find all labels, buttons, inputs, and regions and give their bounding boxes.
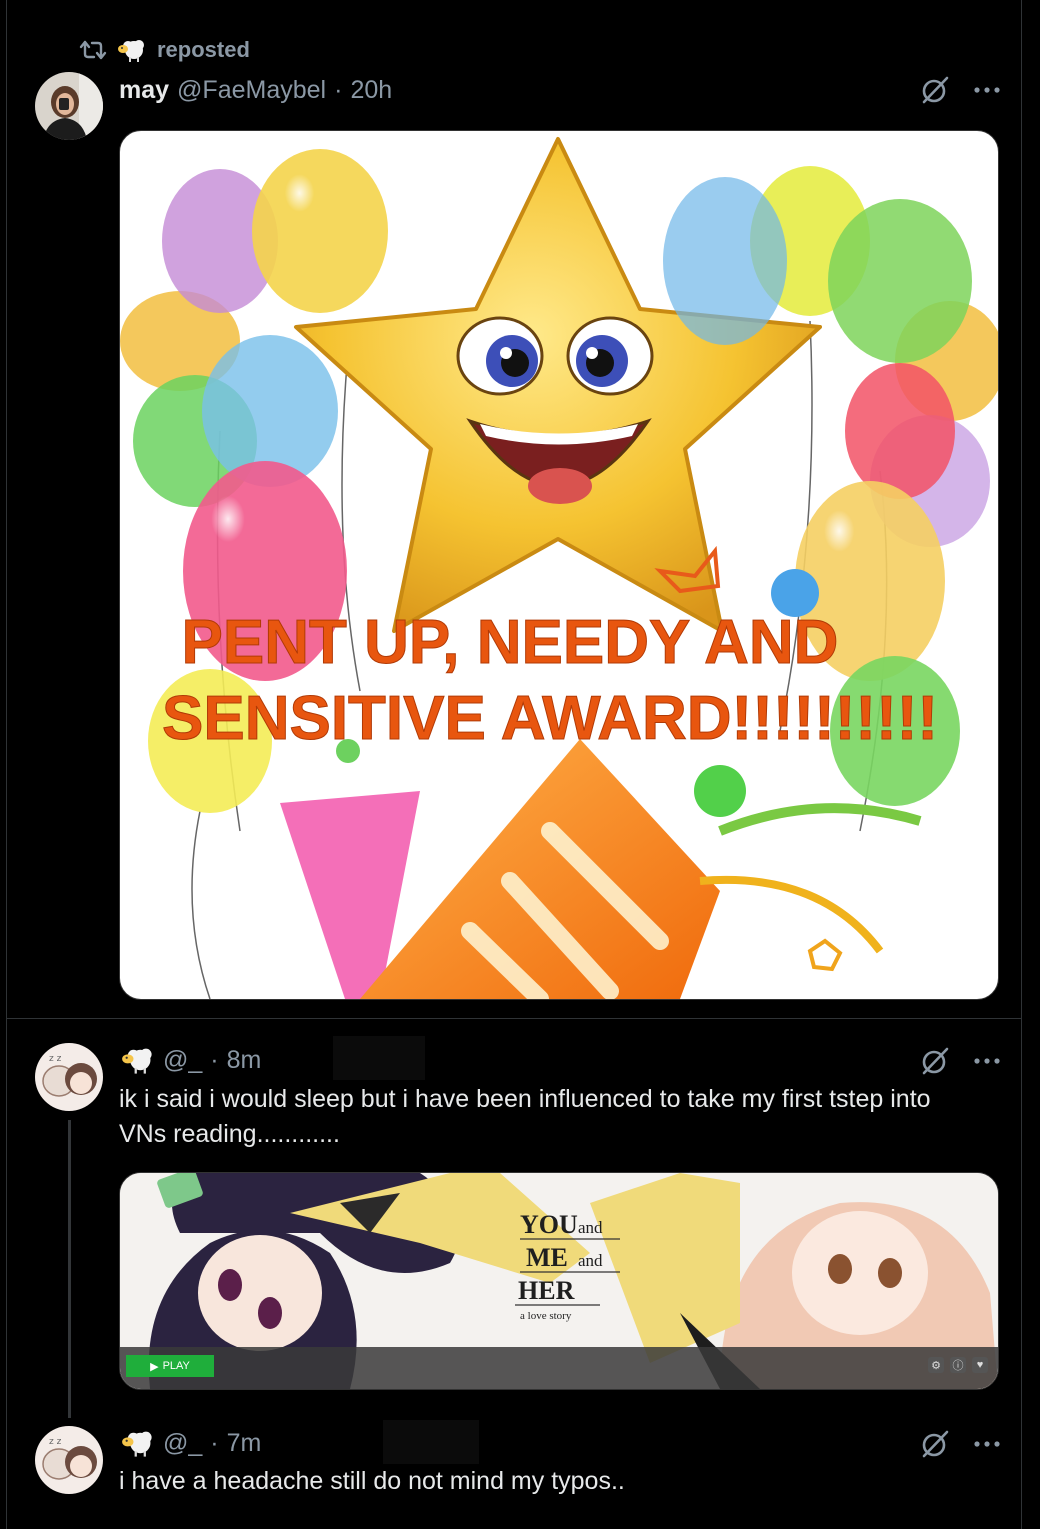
timestamp[interactable]: 8m bbox=[227, 1046, 262, 1075]
feed: reposted may @FaeMaybel · 20h PENT UP, N… bbox=[6, 0, 1022, 1529]
author-handle[interactable]: @_ bbox=[163, 1046, 202, 1075]
avatar[interactable]: z z bbox=[35, 1043, 103, 1111]
post-header: may @FaeMaybel · 20h bbox=[119, 72, 392, 108]
post-media-game[interactable]: YOU and ME and HER a love story ▶ PLAY ⚙… bbox=[119, 1172, 999, 1390]
separator-dot: · bbox=[334, 75, 343, 104]
author-handle[interactable]: @FaeMaybel bbox=[177, 76, 326, 105]
grok-icon[interactable] bbox=[919, 1428, 951, 1460]
avatar[interactable]: z z bbox=[35, 1426, 103, 1494]
sheep-icon bbox=[118, 40, 144, 62]
award-illustration: PENT UP, NEEDY AND SENSITIVE AWARD!!!!!!… bbox=[120, 137, 998, 999]
caption-line-2: SENSITIVE AWARD!!!!!!!!!! bbox=[162, 684, 938, 753]
redaction-box bbox=[333, 1036, 425, 1080]
caption-line-1: PENT UP, NEEDY AND bbox=[182, 608, 839, 677]
settings-icon[interactable]: ⚙ bbox=[928, 1357, 944, 1373]
grok-icon[interactable] bbox=[919, 74, 951, 106]
vn-title-and-2: and bbox=[578, 1251, 603, 1270]
heart-icon[interactable]: ♥ bbox=[972, 1357, 988, 1373]
post-actions bbox=[919, 74, 1001, 106]
post-header: @_ · 7m bbox=[121, 1426, 261, 1460]
post-divider bbox=[7, 1018, 1021, 1019]
repost-indicator[interactable]: reposted bbox=[79, 34, 250, 66]
svg-text:z z: z z bbox=[49, 1054, 62, 1064]
repost-icon bbox=[79, 40, 107, 60]
thread-connector bbox=[68, 1120, 71, 1418]
post-text: i have a headache still do not mind my t… bbox=[119, 1467, 625, 1495]
play-icon: ▶ bbox=[150, 1360, 159, 1373]
author-handle[interactable]: @_ bbox=[163, 1429, 202, 1458]
game-banner-art: YOU and ME and HER a love story bbox=[120, 1173, 998, 1389]
repost-label: reposted bbox=[157, 37, 250, 62]
svg-text:z z: z z bbox=[49, 1437, 62, 1447]
sheep-icon bbox=[122, 1048, 152, 1074]
more-icon[interactable] bbox=[973, 1439, 1001, 1449]
redaction-box bbox=[383, 1420, 479, 1464]
post-header: @_ · 8m bbox=[121, 1043, 261, 1077]
timestamp[interactable]: 7m bbox=[227, 1429, 262, 1458]
post-actions bbox=[919, 1045, 1001, 1077]
separator-dot: · bbox=[210, 1428, 219, 1457]
avatar[interactable] bbox=[35, 72, 103, 140]
vn-title-and-1: and bbox=[578, 1218, 603, 1237]
grok-icon[interactable] bbox=[919, 1045, 951, 1077]
vn-title-you: YOU bbox=[520, 1210, 578, 1239]
post-text: ik i said i would sleep but i have been … bbox=[119, 1085, 931, 1148]
vn-title-her: HER bbox=[518, 1276, 575, 1305]
post-actions bbox=[919, 1428, 1001, 1460]
separator-dot: · bbox=[210, 1045, 219, 1074]
banner-controls: ⚙ ⓘ ♥ bbox=[928, 1357, 988, 1373]
more-icon[interactable] bbox=[973, 1056, 1001, 1066]
vn-subtitle: a love story bbox=[520, 1310, 572, 1322]
play-button[interactable]: ▶ PLAY bbox=[126, 1355, 214, 1377]
post-image[interactable]: PENT UP, NEEDY AND SENSITIVE AWARD!!!!!!… bbox=[119, 130, 999, 1000]
play-label: PLAY bbox=[162, 1360, 190, 1372]
sheep-icon bbox=[122, 1431, 152, 1457]
author-name[interactable]: may bbox=[119, 76, 169, 105]
info-icon[interactable]: ⓘ bbox=[950, 1357, 966, 1373]
vn-title-me: ME bbox=[526, 1243, 568, 1272]
more-icon[interactable] bbox=[973, 85, 1001, 95]
timestamp[interactable]: 20h bbox=[350, 76, 392, 105]
